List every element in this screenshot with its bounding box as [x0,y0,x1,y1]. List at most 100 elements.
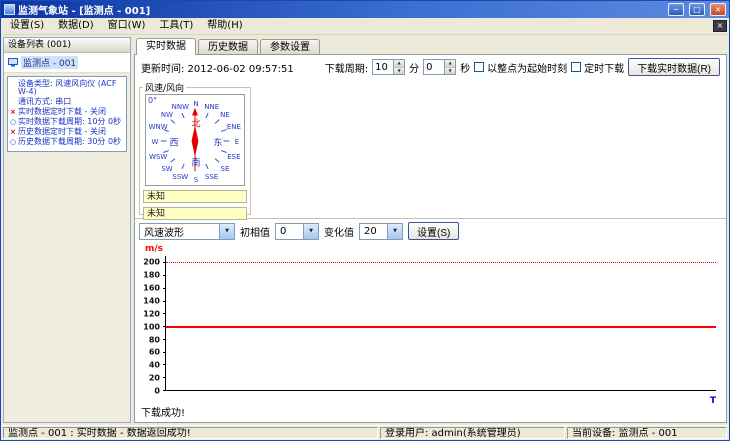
cross-icon: × [10,128,16,136]
close-button[interactable]: × [710,3,726,16]
tree-item-station[interactable]: 监测点 - 001 [8,55,130,70]
minutes-input[interactable] [373,60,394,74]
y-tick-label: 80 [148,335,160,345]
plot-area [163,256,716,391]
y-tick-mark [163,364,166,366]
tab-2[interactable]: 历史数据 [198,39,258,55]
y-tick-label: 40 [148,360,160,370]
waveform-controls: 风速波形 ▼ 初相值 0 ▼ 变化值 20 ▼ 设置(S) [135,219,726,243]
status-user: 登录用户: admin(系统管理员) [380,427,565,439]
wind-group: 风速/风向 0° 北 南 东 西 N NNE NE ENE E ESE SE SSE S SSW S… [139,81,251,220]
phase-select[interactable]: 0 ▼ [275,222,319,240]
device-info-text: 设备类型: 风速风向仪 (ACFW-4) [18,79,117,96]
compass-direction-label: NW [160,111,174,120]
realtime-tab-page: 更新时间: 2012-06-02 09:57:51 下载周期: ▲ ▼ 分 [134,54,727,423]
menu-bar-items: 设置(S) 数据(D) 窗口(W) 工具(T) 帮助(H) [3,18,250,34]
compass-direction-label: ESE [227,152,241,161]
menu-item[interactable]: 帮助(H) [200,18,249,34]
device-info-text: 实时数据定时下载 - 关闭 [18,107,106,116]
wind-speed-chart: m/s 200 180 160 140 120 100 80 60 40 20 0 T [137,243,720,407]
degree-readout: 0° [148,96,158,105]
y-tick-label: 160 [143,283,160,293]
chevron-down-icon[interactable]: ▼ [219,223,234,239]
x-axis-end-label: T [709,396,716,406]
y-tick-label: 180 [143,270,160,280]
y-tick-mark [163,275,166,277]
y-tick-label: 20 [148,373,160,383]
wind-group-title: 风速/风向 [145,84,185,94]
download-realtime-button[interactable]: 下载实时数据(R) [628,58,720,76]
device-info-item: 设备类型: 风速风向仪 (ACFW-4) [10,80,124,96]
upper-section: 风速/风向 0° 北 南 东 西 N NNE NE ENE E ESE SE SSE S SSW S… [135,79,726,220]
status-message: 监测点 - 001 : 实时数据 - 数据返回成功! [3,427,378,439]
maximize-button[interactable]: □ [689,3,705,16]
spin-down-icon[interactable]: ▼ [445,67,456,74]
toolbar-row: 更新时间: 2012-06-02 09:57:51 下载周期: ▲ ▼ 分 [135,55,726,79]
compass-direction-label: NNE [204,102,220,111]
menu-item[interactable]: 工具(T) [152,18,200,34]
wind-speed-value: 未知 [143,190,247,203]
y-tick-mark [163,377,166,379]
seconds-input[interactable] [424,60,445,74]
delta-select[interactable]: 20 ▼ [359,222,403,240]
menu-item[interactable]: 设置(S) [3,18,51,34]
align-start-label: 以整点为起始时刻 [487,63,568,75]
cardinal-south: 南 [191,158,201,169]
y-tick-mark [163,287,166,289]
spin-up-icon[interactable]: ▲ [394,60,405,68]
compass: 0° 北 南 东 西 N NNE NE ENE E ESE SE SSE S SSW SW WSW W W… [145,94,245,186]
y-axis-labels: 200 180 160 140 120 100 80 60 40 20 0 [137,256,163,396]
compass-direction-label: W [151,138,159,146]
lower-section: 风速波形 ▼ 初相值 0 ▼ 变化值 20 ▼ 设置(S) m/s 200 18… [135,219,726,422]
compass-direction-label: WSW [148,152,168,161]
window-title: 监测气象站 - [监测点 - 001] [18,6,151,17]
spin-down-icon[interactable]: ▼ [394,67,405,74]
minutes-spinner: ▲ ▼ [372,59,406,75]
tab-1[interactable]: 实时数据 [136,38,196,55]
chevron-down-icon[interactable]: ▼ [303,223,318,239]
device-tree: 监测点 - 001 [4,53,130,73]
compass-direction-label: E [234,138,240,146]
monitor-icon [8,58,18,67]
set-button[interactable]: 设置(S) [408,222,460,240]
reference-line-200 [166,262,716,264]
checkbox-icon[interactable] [474,62,485,72]
y-tick-label: 200 [143,257,160,267]
align-start-checkbox[interactable]: 以整点为起始时刻 [474,60,567,75]
timed-download-label: 定时下载 [584,63,625,75]
checkbox-icon[interactable] [571,62,582,72]
compass-direction-label: WNW [148,123,168,132]
y-tick-mark [163,300,166,302]
compass-direction-label: SSW [172,173,189,182]
spin-up-icon[interactable]: ▲ [445,60,456,68]
app-icon [4,4,15,15]
y-tick-label: 120 [143,309,160,319]
mdi-close-button[interactable]: × [713,20,727,32]
delta-value: 20 [364,225,377,237]
compass-direction-label: S [193,176,199,184]
reference-line-100 [166,326,716,329]
wave-type-value: 风速波形 [144,227,184,239]
compass-direction-label: N [193,100,199,108]
menu-item[interactable]: 窗口(W) [101,18,153,34]
app-window: 监测气象站 - [监测点 - 001] ─ □ × 设置(S) 数据(D) 窗口(W… [0,0,730,441]
chevron-down-icon[interactable]: ▼ [387,223,402,239]
menu-item[interactable]: 数据(D) [51,18,101,34]
delta-label: 变化值 [324,227,354,239]
y-tick-mark [163,313,166,315]
tab-strip: 实时数据 历史数据 参数设置 [134,37,727,55]
device-info-list: 设备类型: 风速风向仪 (ACFW-4) 通讯方式: 串口 × 实时数据定时下载 - … [7,76,127,152]
device-info-text: 历史数据定时下载 - 关闭 [18,127,106,136]
device-info-item: 通讯方式: 串口 [10,98,124,106]
timed-download-checkbox[interactable]: 定时下载 [571,60,624,75]
cardinal-north: 北 [191,119,201,130]
y-tick-mark [163,390,166,391]
compass-direction-label: ENE [226,123,241,132]
wave-type-select[interactable]: 风速波形 ▼ [139,222,235,240]
seconds-unit-label: 秒 [460,63,471,75]
tab-3[interactable]: 参数设置 [260,39,320,55]
device-list-header: 设备列表 (001) [4,38,130,53]
compass-direction-label: NNW [171,102,189,111]
compass-direction-label: SW [161,164,173,173]
minimize-button[interactable]: ─ [668,3,684,16]
